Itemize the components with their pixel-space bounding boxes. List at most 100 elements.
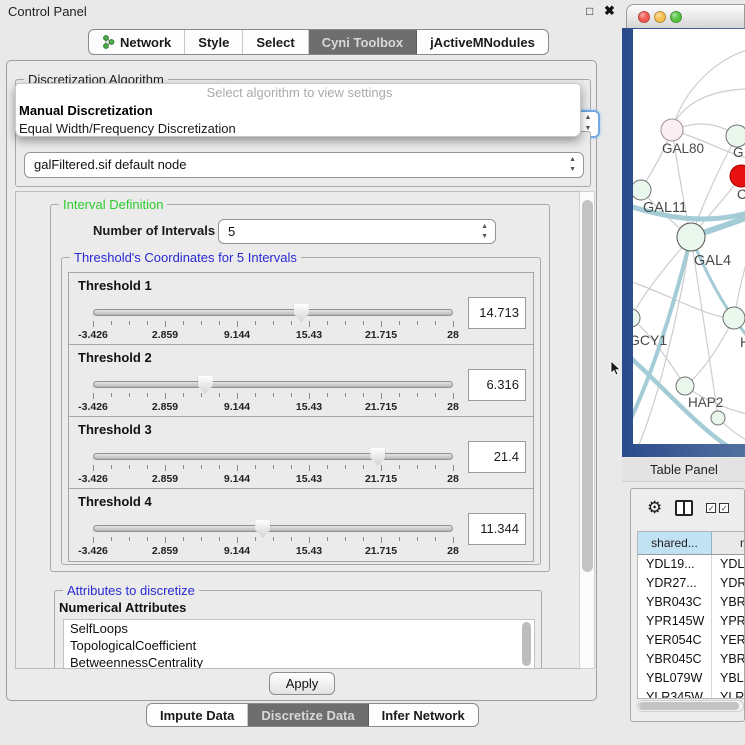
- cell-shared-name[interactable]: YPR145W: [638, 612, 712, 631]
- tab-jactivemnodules[interactable]: jActiveMNodules: [417, 30, 548, 54]
- network-node[interactable]: [661, 119, 683, 141]
- slider-track[interactable]: [93, 525, 453, 532]
- threshold-slider[interactable]: -3.4262.8599.14415.4321.71528: [93, 303, 453, 343]
- slider-track[interactable]: [93, 309, 453, 316]
- table-horizontal-scrollbar[interactable]: [637, 700, 744, 712]
- table-data-group: Table Data galFiltered.sif default node …: [15, 131, 591, 187]
- cell-name[interactable]: YDL1: [712, 555, 745, 574]
- tab-label: Style: [198, 35, 229, 50]
- slider-tick: [129, 465, 130, 469]
- column-header-shared-name[interactable]: shared...: [638, 532, 712, 555]
- attribute-list-item[interactable]: TopologicalCoefficient: [64, 637, 534, 654]
- table-row[interactable]: YDR27...YDR2: [638, 574, 745, 593]
- slider-tick: [273, 465, 274, 469]
- network-node[interactable]: [711, 411, 725, 425]
- table-row[interactable]: YBL079WYBL0: [638, 669, 745, 688]
- slider-thumb[interactable]: [198, 376, 213, 394]
- table-row[interactable]: YPR145WYPR1: [638, 612, 745, 631]
- cell-name[interactable]: YER0: [712, 631, 745, 650]
- cell-name[interactable]: YDR2: [712, 574, 745, 593]
- slider-tick: [111, 321, 112, 325]
- slider-tick: [165, 537, 166, 543]
- tab-style[interactable]: Style: [185, 30, 243, 54]
- cell-shared-name[interactable]: YLR345W: [638, 688, 712, 699]
- table-panel-title: Table Panel: [650, 462, 718, 477]
- cell-shared-name[interactable]: YDL19...: [638, 555, 712, 574]
- split-panel-icon[interactable]: [675, 500, 693, 516]
- cell-name[interactable]: YBL0: [712, 669, 745, 688]
- network-node[interactable]: [677, 223, 705, 251]
- threshold-value-field[interactable]: 14.713: [468, 297, 526, 329]
- threshold-slider[interactable]: -3.4262.8599.14415.4321.71528: [93, 519, 453, 559]
- checkbox-icon[interactable]: ✓: [719, 503, 729, 513]
- cell-name[interactable]: YBR0: [712, 593, 745, 612]
- dropdown-option-equal-width[interactable]: Equal Width/Frequency Discretization: [16, 120, 580, 138]
- attributes-list-scrollbar[interactable]: [522, 622, 531, 666]
- slider-thumb[interactable]: [294, 304, 309, 322]
- gray-edge[interactable]: [734, 239, 745, 318]
- gray-edge[interactable]: [633, 279, 734, 318]
- tab-cyni-toolbox[interactable]: Cyni Toolbox: [309, 30, 417, 54]
- threshold-slider[interactable]: -3.4262.8599.14415.4321.71528: [93, 375, 453, 415]
- table-row[interactable]: YLR345WYLR3: [638, 688, 745, 699]
- slider-thumb[interactable]: [255, 520, 270, 538]
- node-attribute-table[interactable]: shared... n YDL19...YDL1YDR27...YDR2YBR0…: [637, 531, 745, 699]
- threshold-value-field[interactable]: 21.4: [468, 441, 526, 473]
- cell-name[interactable]: YLR3: [712, 688, 745, 699]
- tab-discretize-data[interactable]: Discretize Data: [248, 704, 368, 726]
- slider-thumb[interactable]: [370, 448, 385, 466]
- checkbox-icon[interactable]: ✓: [706, 503, 716, 513]
- slider-tick: [381, 321, 382, 327]
- column-header-name[interactable]: n: [712, 532, 745, 555]
- threshold-slider[interactable]: -3.4262.8599.14415.4321.71528: [93, 447, 453, 487]
- network-node[interactable]: [723, 307, 745, 329]
- scrollbar-thumb[interactable]: [639, 702, 739, 710]
- table-data-combobox[interactable]: galFiltered.sif default node ▲▼: [24, 152, 584, 178]
- tab-select[interactable]: Select: [243, 30, 308, 54]
- slider-tick: [273, 393, 274, 397]
- scrollbar-thumb[interactable]: [582, 200, 593, 572]
- attribute-list-item[interactable]: SelfLoops: [64, 620, 534, 637]
- dropdown-option-manual[interactable]: Manual Discretization: [16, 102, 580, 120]
- network-node[interactable]: [676, 377, 694, 395]
- column-visibility-icons[interactable]: ✓ ✓: [706, 503, 729, 513]
- tab-infer-network[interactable]: Infer Network: [369, 704, 478, 726]
- tab-network[interactable]: Network: [89, 30, 185, 54]
- numerical-attributes-list[interactable]: SelfLoopsTopologicalCoefficientBetweenne…: [63, 619, 535, 669]
- table-row[interactable]: YER054CYER0: [638, 631, 745, 650]
- threshold-value-field[interactable]: 6.316: [468, 369, 526, 401]
- gray-edge[interactable]: [685, 318, 734, 386]
- cell-shared-name[interactable]: YDR27...: [638, 574, 712, 593]
- slider-track[interactable]: [93, 381, 453, 388]
- cell-shared-name[interactable]: YBR043C: [638, 593, 712, 612]
- zoom-window-button[interactable]: [670, 11, 682, 23]
- attribute-list-item[interactable]: BetweennessCentrality: [64, 654, 534, 669]
- cell-name[interactable]: YBR0: [712, 650, 745, 669]
- cell-shared-name[interactable]: YER054C: [638, 631, 712, 650]
- table-row[interactable]: YBR045CYBR0: [638, 650, 745, 669]
- network-window-titlebar[interactable]: [626, 4, 745, 28]
- node-label: HAP2: [688, 395, 723, 410]
- table-row[interactable]: YBR043CYBR0: [638, 593, 745, 612]
- network-node[interactable]: [730, 165, 745, 187]
- cell-name[interactable]: YPR1: [712, 612, 745, 631]
- network-view-canvas[interactable]: GAL80GCGAL11GAL4GCY1HHAP2: [633, 29, 745, 444]
- toolbox-vertical-scrollbar[interactable]: [579, 191, 595, 669]
- slider-tick: [309, 537, 310, 543]
- apply-button[interactable]: Apply: [269, 672, 335, 695]
- close-window-button[interactable]: [638, 11, 650, 23]
- gear-icon[interactable]: ⚙: [647, 498, 662, 518]
- table-row[interactable]: YDL19...YDL1: [638, 555, 745, 574]
- cell-shared-name[interactable]: YBR045C: [638, 650, 712, 669]
- network-node[interactable]: [633, 180, 651, 200]
- float-window-icon[interactable]: □: [586, 4, 593, 18]
- close-panel-icon[interactable]: ✖: [604, 3, 615, 19]
- cell-shared-name[interactable]: YBL079W: [638, 669, 712, 688]
- slider-tick: [129, 537, 130, 541]
- threshold-value-field[interactable]: 11.344: [468, 513, 526, 545]
- tab-impute-data[interactable]: Impute Data: [147, 704, 248, 726]
- slider-track[interactable]: [93, 453, 453, 460]
- number-of-intervals-combobox[interactable]: 5 ▲▼: [218, 219, 496, 244]
- minimize-window-button[interactable]: [654, 11, 666, 23]
- network-node[interactable]: [726, 125, 745, 147]
